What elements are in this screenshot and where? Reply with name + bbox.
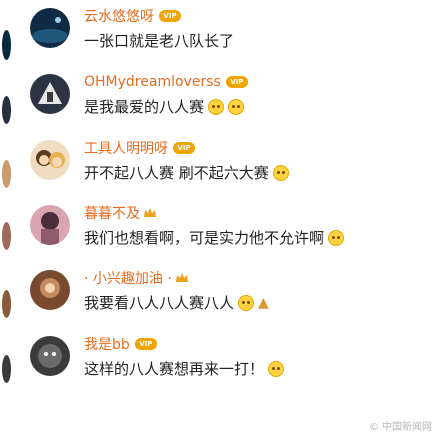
crown-icon [175,273,188,282]
comment-text: 是我最爱的八人赛 [84,98,205,116]
smile-emoji-icon [208,98,225,115]
avatar[interactable] [30,270,70,310]
edge-avatar-fragment [2,290,11,318]
comment-row: 暮暮不及 我们也想看啊，可是实力他不允许啊 [30,203,440,265]
edge-avatar-fragment [2,96,11,124]
comment-text: 一张口就是老八队长了 [84,32,235,50]
laugh-emoji-icon [268,360,285,377]
smile-emoji-icon [238,294,255,311]
username[interactable]: 暮暮不及 [84,203,140,223]
avatar[interactable] [30,140,70,180]
left-edge-strip [0,0,12,439]
vip-badge-icon: VIP [159,10,181,22]
edge-avatar-fragment [2,30,11,60]
comment-text: 这样的八人赛想再来一打！ [84,360,265,378]
vip-badge-icon: VIP [173,142,195,154]
comment-row: 云水悠悠呀 VIP 一张口就是老八队长了 [30,6,440,68]
edge-avatar-fragment [2,222,11,250]
comment-row: 工具人明明呀 VIP 开不起八人赛 刷不起六大赛 [30,138,440,200]
edge-avatar-fragment [2,160,11,188]
comment-row: OHMydreamloverss VIP 是我最爱的八人赛 [30,72,440,134]
vip-badge-icon: VIP [225,76,248,88]
crown-icon [144,208,156,217]
thumbs-up-icon: ▲ [258,294,269,311]
edge-avatar-fragment [2,355,11,383]
username[interactable]: 云水悠悠呀 [84,6,154,26]
avatar[interactable] [30,205,70,245]
username[interactable]: 我是bb [84,334,130,354]
comment-text-wrapper: 一张口就是老八队长了 [84,30,440,51]
avatar[interactable] [30,74,70,114]
watermark: © 中国新闻网 [368,422,432,433]
username[interactable]: 工具人明明呀 [84,138,168,158]
comment-row: · 小兴趣加油 · 我要看八人八人赛八人 ▲ [30,268,440,330]
comment-text: 我要看八人八人赛八人 [84,294,235,312]
avatar[interactable] [30,336,70,376]
vip-badge-icon: VIP [134,338,157,350]
smile-emoji-icon [272,164,289,181]
smile-emoji-icon [228,98,245,115]
username[interactable]: OHMydreamloverss [84,74,221,90]
avatar[interactable] [30,8,70,48]
comment-text: 开不起八人赛 刷不起六大赛 [84,164,269,182]
smile-emoji-icon [328,229,345,246]
username[interactable]: · 小兴趣加油 · [84,268,172,288]
comment-text: 我们也想看啊，可是实力他不允许啊 [84,229,325,247]
comment-row: 我是bb VIP 这样的八人赛想再来一打！ [30,334,440,396]
